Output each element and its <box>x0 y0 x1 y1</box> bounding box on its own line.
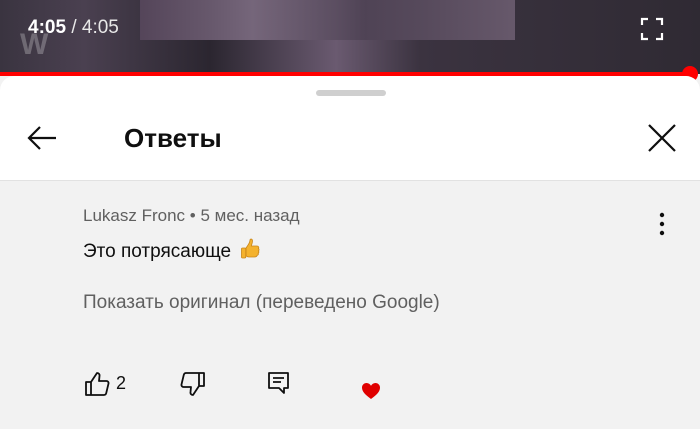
arrow-left-icon <box>27 126 56 150</box>
close-button[interactable] <box>642 118 682 158</box>
meta-dot: • <box>189 206 196 225</box>
comment-meta: Lukasz Fronc • 5 мес. назад <box>83 206 300 226</box>
reply-button[interactable] <box>266 370 292 396</box>
video-player[interactable]: W 4:05 / 4:05 <box>0 0 700 74</box>
drag-handle[interactable] <box>316 90 386 96</box>
thumb-down-icon <box>180 372 205 396</box>
more-button[interactable] <box>652 210 672 238</box>
comment-actions: 2 <box>0 370 700 400</box>
comment: Lukasz Fronc • 5 мес. назад Это потрясаю… <box>0 180 700 429</box>
time-display: 4:05 / 4:05 <box>28 17 119 39</box>
fullscreen-icon[interactable] <box>640 17 664 41</box>
like-button[interactable] <box>83 370 111 398</box>
heart-icon <box>361 382 381 400</box>
sheet-header: Ответы <box>0 76 700 181</box>
comment-text: Это потрясающе <box>83 238 260 263</box>
back-button[interactable] <box>22 118 62 158</box>
current-time: 4:05 <box>28 17 67 38</box>
comment-age: 5 мес. назад <box>200 206 300 225</box>
like-count: 2 <box>116 373 127 393</box>
page-title: Ответы <box>124 123 222 153</box>
time-separator: / <box>71 17 77 38</box>
dislike-button[interactable] <box>179 370 207 398</box>
duration: 4:05 <box>81 17 119 38</box>
more-vertical-icon <box>659 212 665 236</box>
replies-sheet: Ответы Lukasz Fronc • 5 мес. назад Это п… <box>0 76 700 429</box>
comment-body: Это потрясающе <box>83 241 232 262</box>
video-frame <box>140 0 515 40</box>
reply-icon <box>268 372 289 394</box>
comment-author[interactable]: Lukasz Fronc <box>83 206 185 225</box>
close-icon <box>648 124 676 152</box>
thumb-up-icon <box>85 372 110 396</box>
thumbs-up-emoji-icon <box>240 238 260 260</box>
show-original-link[interactable]: Показать оригинал (переведено Google) <box>83 292 440 314</box>
